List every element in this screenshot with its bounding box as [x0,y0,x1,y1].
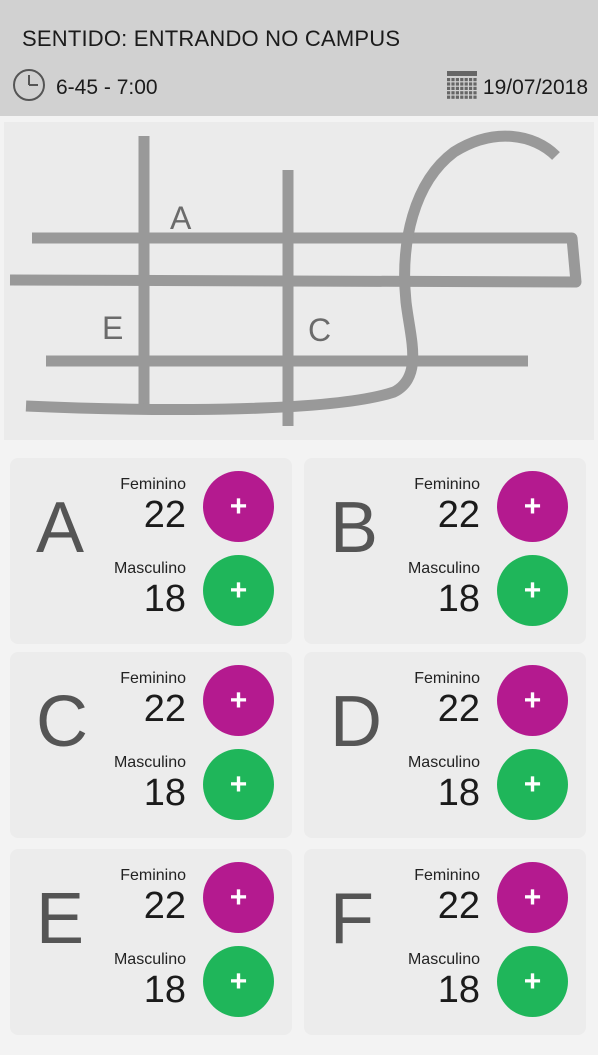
plus-icon: + [523,573,542,607]
counter-card-a: A Feminino 22 + Masculino 18 + [10,458,292,644]
plus-icon: + [523,964,542,998]
counter-card-d: D Feminino 22 + Masculino 18 + [304,652,586,838]
feminino-label: Feminino [120,476,186,493]
add-feminino-button[interactable]: + [203,862,274,933]
card-letter: D [330,682,382,762]
plus-icon: + [229,573,248,607]
masculino-count: 18 [437,772,480,814]
campus-map: A E C [4,122,594,440]
calendar-icon [445,70,479,105]
masculino-count: 18 [437,578,480,620]
date-text: 19/07/2018 [482,75,588,99]
plus-icon: + [523,489,542,523]
add-masculino-button[interactable]: + [203,749,274,820]
masculino-label: Masculino [407,951,480,968]
plus-icon: + [229,767,248,801]
add-masculino-button[interactable]: + [203,555,274,626]
feminino-count: 22 [143,688,186,730]
feminino-count: 22 [437,688,480,730]
plus-icon: + [229,964,248,998]
add-feminino-button[interactable]: + [497,665,568,736]
plus-icon: + [229,489,248,523]
feminino-label: Feminino [414,670,480,687]
masculino-label: Masculino [113,951,186,968]
card-letter: F [330,879,374,959]
counter-card-c: C Feminino 22 + Masculino 18 + [10,652,292,838]
add-feminino-button[interactable]: + [497,471,568,542]
card-letter: E [36,879,85,959]
add-feminino-button[interactable]: + [203,665,274,736]
masculino-count: 18 [437,969,480,1011]
add-masculino-button[interactable]: + [497,749,568,820]
plus-icon: + [229,683,248,717]
add-feminino-button[interactable]: + [497,862,568,933]
masculino-label: Masculino [407,754,480,771]
feminino-count: 22 [437,885,480,927]
campus-map-roads [9,130,582,426]
add-feminino-button[interactable]: + [203,471,274,542]
feminino-count: 22 [437,494,480,536]
date-display: 19/07/2018 [445,70,588,105]
plus-icon: + [523,683,542,717]
counter-card-b: B Feminino 22 + Masculino 18 + [304,458,586,644]
card-letter: A [36,488,85,568]
add-masculino-button[interactable]: + [497,555,568,626]
feminino-label: Feminino [120,670,186,687]
plus-icon: + [523,767,542,801]
add-masculino-button[interactable]: + [203,946,274,1017]
page-title: SENTIDO: ENTRANDO NO CAMPUS [22,26,401,51]
time-range-text: 6-45 - 7:00 [56,75,158,99]
masculino-label: Masculino [113,754,186,771]
masculino-label: Masculino [113,560,186,577]
masculino-count: 18 [143,772,186,814]
plus-icon: + [229,880,248,914]
masculino-count: 18 [143,578,186,620]
add-masculino-button[interactable]: + [497,946,568,1017]
map-label-e: E [102,310,124,346]
masculino-label: Masculino [407,560,480,577]
plus-icon: + [523,880,542,914]
feminino-label: Feminino [414,476,480,493]
map-label-c: C [308,312,332,348]
card-letter: C [36,682,88,762]
card-letter: B [330,488,379,568]
counter-card-e: E Feminino 22 + Masculino 18 + [10,849,292,1035]
masculino-count: 18 [143,969,186,1011]
feminino-label: Feminino [120,867,186,884]
feminino-count: 22 [143,885,186,927]
header-bar: SENTIDO: ENTRANDO NO CAMPUS 6-45 - 7:00 … [0,0,598,116]
feminino-label: Feminino [414,867,480,884]
clock-icon [12,68,46,107]
feminino-count: 22 [143,494,186,536]
time-range: 6-45 - 7:00 [12,68,158,107]
counter-card-f: F Feminino 22 + Masculino 18 + [304,849,586,1035]
map-label-a: A [170,200,192,236]
